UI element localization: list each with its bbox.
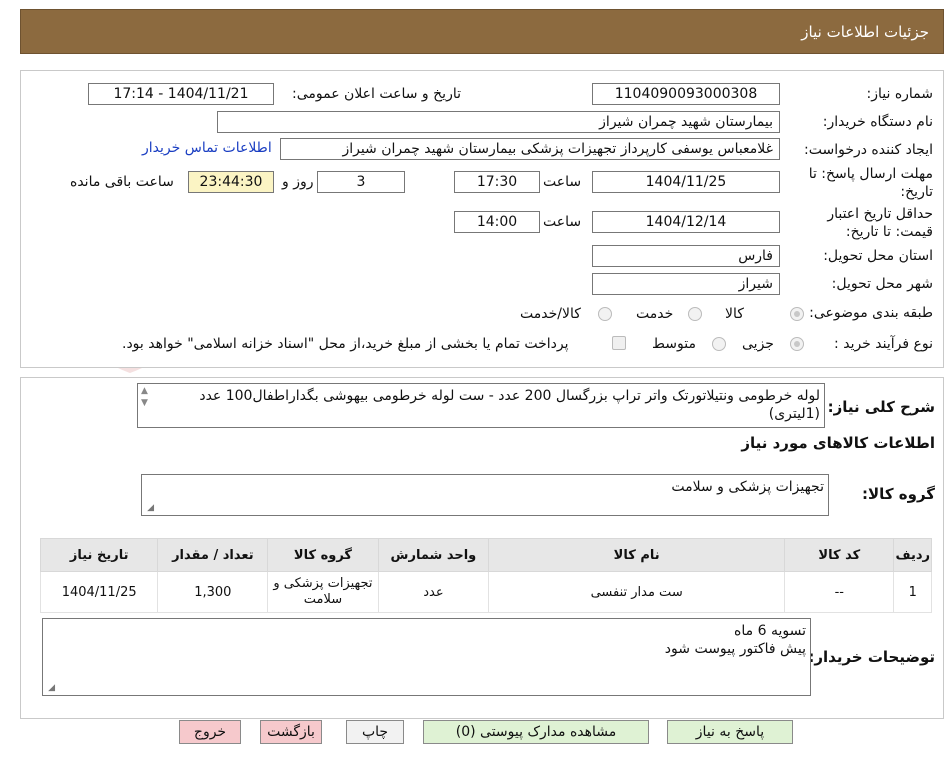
need-number-field[interactable]: 1104090093000308	[592, 83, 780, 105]
validity-label-line1: حداقل تاریخ اعتبار	[827, 206, 933, 222]
buyer-notes-label: توضیحات خریدار:	[808, 648, 935, 666]
category-label: طبقه بندی موضوعی:	[809, 305, 933, 321]
remaining-time-field: 23:44:30	[188, 171, 274, 193]
items-table-header-row: ردیف کد کالا نام کالا واحد شمارش گروه کا…	[39, 538, 932, 572]
summary-textarea[interactable]: لوله خرطومی ونتیلاتورتک واتر تراپ بزرگسا…	[137, 383, 825, 428]
goods-group-text: تجهیزات پزشکی و سلامت	[671, 479, 824, 495]
cell-row-number: 1	[893, 571, 932, 613]
requester-label: ایجاد کننده درخواست:	[804, 142, 933, 158]
province-field[interactable]: فارس	[592, 245, 780, 267]
goods-info-title: اطلاعات کالاهای مورد نیاز	[741, 434, 935, 452]
category-radio-goods-service[interactable]	[598, 307, 612, 321]
days-field[interactable]: 3	[317, 171, 405, 193]
process-radio-minor[interactable]	[790, 337, 804, 351]
col-goods-code: کد کالا	[784, 538, 895, 572]
announce-field[interactable]: 1404/11/21 - 17:14	[88, 83, 274, 105]
deadline-date-field[interactable]: 1404/11/25	[592, 171, 780, 193]
province-label: استان محل تحویل:	[823, 248, 933, 264]
summary-label: شرح کلی نیاز:	[827, 398, 935, 416]
goods-group-resize-grip-icon[interactable]: ◢	[144, 503, 154, 513]
city-field[interactable]: شیراز	[592, 273, 780, 295]
validity-date-field[interactable]: 1404/12/14	[592, 211, 780, 233]
category-option-goods-service: کالا/خدمت	[520, 306, 581, 322]
col-unit: واحد شمارش	[377, 538, 490, 572]
deadline-label-line1: مهلت ارسال پاسخ: تا	[808, 166, 933, 182]
cell-quantity: 1,300	[157, 571, 269, 613]
category-radio-service[interactable]	[688, 307, 702, 321]
validity-time-label: ساعت	[543, 214, 582, 230]
process-label: نوع فرآیند خرید :	[834, 336, 933, 352]
cell-goods-name: ست مدار تنفسی	[488, 571, 786, 613]
cell-need-date: 1404/11/25	[39, 571, 159, 613]
items-table: ردیف کد کالا نام کالا واحد شمارش گروه کا…	[39, 538, 932, 613]
col-need-date: تاریخ نیاز	[39, 538, 159, 572]
buyer-notes-line1: تسویه 6 ماه	[734, 623, 806, 639]
goods-group-label: گروه کالا:	[862, 485, 935, 503]
process-option-medium: متوسط	[652, 336, 696, 352]
deadline-label-line2: تاریخ:	[900, 184, 933, 200]
col-goods-name: نام کالا	[488, 538, 786, 572]
cell-goods-code: --	[784, 571, 895, 613]
summary-scroll-up-icon[interactable]: ▲	[141, 386, 148, 396]
page-header: جزئیات اطلاعات نیاز	[20, 9, 944, 54]
process-radio-medium[interactable]	[712, 337, 726, 351]
cell-unit: عدد	[377, 571, 490, 613]
buyer-org-field[interactable]: بیمارستان شهید چمران شیراز	[217, 111, 780, 133]
validity-label-line2: قیمت: تا تاریخ:	[845, 224, 933, 240]
category-radio-goods[interactable]	[790, 307, 804, 321]
city-label: شهر محل تحویل:	[831, 276, 933, 292]
remaining-label: ساعت باقی مانده	[70, 174, 174, 190]
treasury-note: پرداخت تمام یا بخشی از مبلغ خرید،از محل …	[122, 336, 569, 352]
page-title: جزئیات اطلاعات نیاز	[801, 23, 929, 41]
reply-to-need-button[interactable]: پاسخ به نیاز	[667, 720, 793, 744]
col-quantity: تعداد / مقدار	[157, 538, 269, 572]
cell-goods-group: تجهیزات پزشکی و سلامت	[267, 571, 379, 613]
exit-button[interactable]: خروج	[179, 720, 241, 744]
requester-field[interactable]: غلامعباس یوسفی کارپرداز تجهیزات پزشکی بی…	[280, 138, 780, 160]
goods-group-textarea[interactable]: تجهیزات پزشکی و سلامت	[141, 474, 829, 516]
col-goods-group: گروه کالا	[267, 538, 379, 572]
validity-time-field[interactable]: 14:00	[454, 211, 540, 233]
buyer-org-label: نام دستگاه خریدار:	[822, 114, 933, 130]
summary-text: لوله خرطومی ونتیلاتورتک واتر تراپ بزرگسا…	[199, 388, 820, 422]
summary-scroll-down-icon[interactable]: ▼	[141, 398, 148, 408]
need-number-label: شماره نیاز:	[866, 86, 934, 102]
process-option-minor: جزیی	[742, 336, 774, 352]
table-row: 1 -- ست مدار تنفسی عدد تجهیزات پزشکی و س…	[39, 571, 932, 613]
buyer-notes-resize-grip-icon[interactable]: ◢	[45, 683, 55, 693]
treasury-checkbox[interactable]	[612, 336, 626, 350]
deadline-time-field[interactable]: 17:30	[454, 171, 540, 193]
back-button[interactable]: بازگشت	[260, 720, 322, 744]
days-label: روز و	[282, 174, 314, 190]
print-button[interactable]: چاپ	[346, 720, 404, 744]
col-row-number: ردیف	[893, 538, 932, 572]
buyer-notes-textarea[interactable]: تسویه 6 ماه پیش فاکتور پیوست شود	[42, 618, 811, 696]
buyer-notes-line2: پیش فاکتور پیوست شود	[664, 641, 806, 657]
category-option-goods: کالا	[725, 306, 744, 322]
deadline-time-label: ساعت	[543, 174, 582, 190]
view-attachments-button[interactable]: مشاهده مدارک پیوستی (0)	[423, 720, 649, 744]
category-option-service: خدمت	[636, 306, 674, 322]
buyer-contact-link[interactable]: اطلاعات تماس خریدار	[142, 140, 272, 156]
announce-label: تاریخ و ساعت اعلان عمومی:	[292, 86, 461, 102]
